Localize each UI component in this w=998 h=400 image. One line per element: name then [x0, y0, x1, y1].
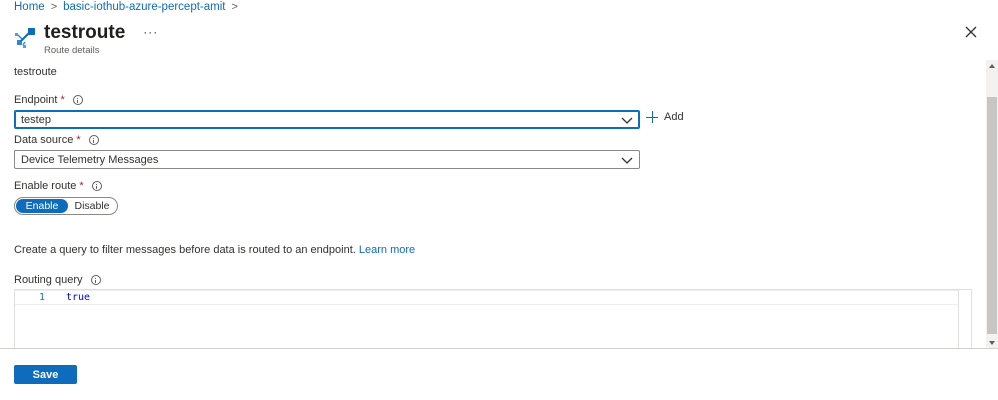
endpoint-selected-value: testep [21, 113, 51, 126]
breadcrumb-separator: > [50, 1, 58, 13]
required-mark: * [60, 94, 65, 106]
info-icon[interactable] [91, 181, 102, 191]
info-icon[interactable] [88, 135, 99, 145]
info-icon[interactable] [72, 95, 83, 105]
enable-route-label-text: Enable route [14, 180, 77, 192]
more-options-button[interactable]: ··· [143, 25, 158, 39]
page-title: testroute [44, 22, 126, 43]
blade-header: testroute ··· Route details [14, 22, 158, 56]
query-description: Create a query to filter messages before… [14, 244, 415, 256]
required-mark: * [76, 134, 81, 146]
query-description-text: Create a query to filter messages before… [14, 244, 356, 256]
endpoint-label-text: Endpoint [14, 94, 58, 106]
routing-query-editor[interactable]: 1 true [14, 289, 972, 348]
chevron-down-icon [621, 157, 633, 164]
learn-more-link[interactable]: Learn more [359, 244, 415, 256]
endpoint-label: Endpoint * [14, 94, 83, 106]
scroll-down-arrow-icon[interactable] [989, 341, 995, 345]
data-source-dropdown[interactable]: Device Telemetry Messages [14, 150, 640, 169]
info-icon[interactable] [90, 275, 101, 285]
breadcrumb: Home > basic-iothub-azure-percept-amit > [14, 0, 238, 14]
data-source-label: Data source * [14, 134, 99, 146]
route-name-text: testroute [14, 66, 57, 78]
chevron-down-icon [621, 117, 633, 124]
breadcrumb-iothub-link[interactable]: basic-iothub-azure-percept-amit [63, 1, 225, 13]
enable-option[interactable]: Enable [16, 199, 68, 213]
editor-scrollbar[interactable] [958, 290, 971, 348]
routing-query-label-text: Routing query [14, 274, 83, 286]
blade-footer: Save [0, 348, 998, 400]
route-details-form: testroute Endpoint * testep Add Data sou… [0, 60, 986, 348]
data-source-label-text: Data source [14, 134, 74, 146]
editor-line-number: 1 [38, 292, 45, 303]
editor-code[interactable]: true [66, 292, 90, 303]
editor-line: 1 true [15, 290, 959, 305]
route-icon [15, 28, 35, 48]
data-source-selected-value: Device Telemetry Messages [21, 153, 159, 166]
plus-icon [646, 111, 658, 123]
required-mark: * [79, 180, 84, 192]
breadcrumb-separator: > [231, 1, 238, 13]
endpoint-dropdown[interactable]: testep [14, 110, 640, 129]
enable-route-toggle: Enable Disable [14, 197, 118, 215]
scrollbar-thumb[interactable] [987, 97, 997, 334]
add-endpoint-button[interactable]: Add [646, 111, 684, 123]
close-icon[interactable] [963, 24, 979, 40]
disable-option[interactable]: Disable [68, 199, 116, 213]
scroll-up-arrow-icon[interactable] [989, 64, 995, 68]
add-endpoint-label: Add [664, 111, 684, 123]
routing-query-label: Routing query [14, 274, 101, 286]
page-subtitle: Route details [44, 45, 100, 56]
breadcrumb-home-link[interactable]: Home [14, 1, 45, 13]
page-scrollbar[interactable] [986, 60, 998, 349]
enable-route-label: Enable route * [14, 180, 102, 192]
save-button[interactable]: Save [14, 365, 77, 384]
